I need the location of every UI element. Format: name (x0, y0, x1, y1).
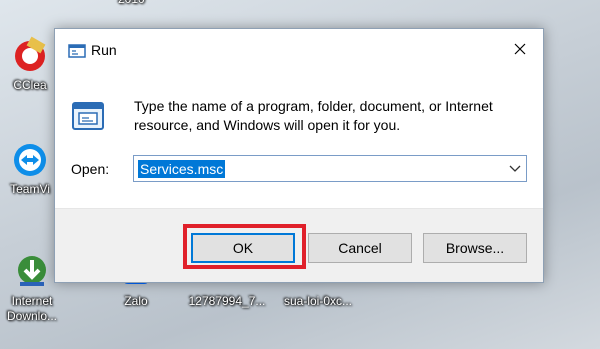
close-button[interactable] (497, 29, 543, 69)
close-icon (514, 43, 526, 55)
desktop-icon-label: CClea (13, 78, 47, 92)
ok-button-highlight-box (183, 224, 306, 269)
desktop-icon-label: sua-loi-0xc... (283, 294, 353, 308)
cancel-button[interactable]: Cancel (308, 233, 412, 263)
internet-download-manager-icon (18, 256, 46, 286)
open-input-value[interactable]: Services.msc (138, 160, 226, 178)
open-combobox[interactable]: Services.msc (133, 155, 527, 182)
desktop-icon-teamviewer[interactable]: TeamVi (0, 140, 60, 197)
chevron-down-icon[interactable] (508, 163, 522, 175)
desktop-top-label: 2010 (118, 0, 145, 7)
browse-button[interactable]: Browse... (423, 233, 527, 263)
desktop-icon-label: TeamVi (10, 182, 50, 196)
dialog-title: Run (91, 42, 117, 58)
open-label: Open: (71, 161, 110, 177)
ccleaner-icon (15, 36, 46, 71)
title-bar[interactable]: Run (55, 29, 543, 73)
desktop-icon-label: 12787994_7... (188, 294, 266, 308)
run-program-icon (72, 102, 104, 130)
desktop-icon-label: Internet Downlo... (6, 294, 58, 323)
desktop-icon-internet-download-manager[interactable]: Internet Downlo... (2, 252, 62, 324)
teamviewer-icon (14, 144, 46, 176)
dialog-description: Type the name of a program, folder, docu… (134, 98, 493, 133)
run-icon (68, 44, 86, 58)
desktop-icon-ccleaner[interactable]: CClea (0, 36, 60, 93)
desktop-icon-label: Zalo (124, 294, 148, 308)
